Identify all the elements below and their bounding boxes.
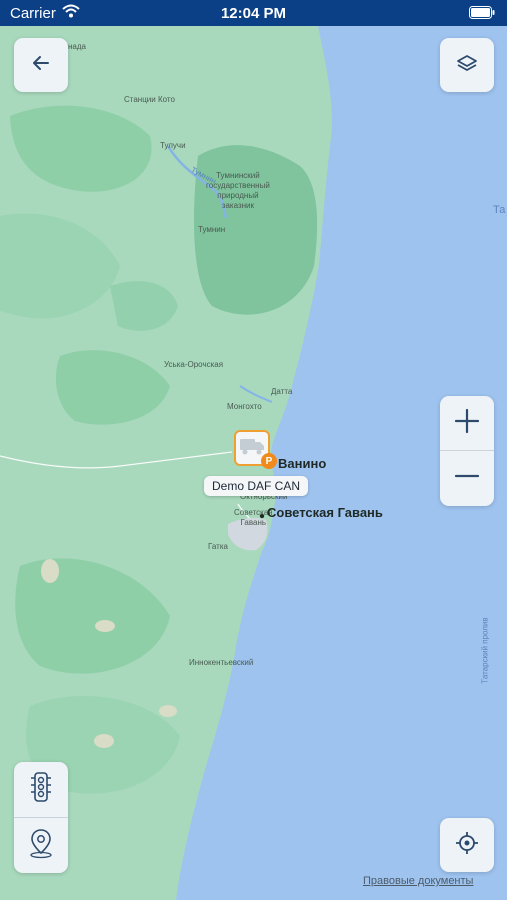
water-label: Та bbox=[493, 204, 506, 216]
clock: 12:04 PM bbox=[220, 5, 287, 22]
place-label: нада bbox=[68, 42, 86, 51]
place-label: Монгохто bbox=[227, 402, 262, 411]
layers-icon bbox=[456, 53, 478, 78]
water-label-tatar-strait: Татарский пролив bbox=[480, 617, 490, 684]
arrow-left-icon bbox=[31, 53, 51, 78]
my-location-button[interactable] bbox=[440, 818, 494, 872]
plus-icon bbox=[454, 408, 480, 439]
map-tools bbox=[14, 762, 68, 873]
back-button[interactable] bbox=[14, 38, 68, 92]
reserve-label: Тумнинский государственный природный зак… bbox=[206, 171, 270, 210]
city-label-sovetskaya-gavan: Советская Гавань bbox=[267, 505, 383, 520]
crosshair-icon bbox=[455, 831, 479, 860]
place-label: Станции Кото bbox=[124, 95, 175, 104]
place-label: Гатка bbox=[208, 542, 228, 551]
zoom-controls bbox=[440, 396, 494, 506]
zoom-out-button[interactable] bbox=[440, 451, 494, 506]
place-label: Тулучи bbox=[160, 141, 186, 150]
place-label: Уська-Орочская bbox=[164, 360, 224, 369]
traffic-button[interactable] bbox=[14, 762, 68, 817]
zoom-in-button[interactable] bbox=[440, 396, 494, 451]
place-label: Иннокентьевский bbox=[189, 658, 254, 667]
battery-icon bbox=[469, 6, 495, 24]
map-pin-icon bbox=[27, 827, 55, 864]
city-label-vanino: Ванино bbox=[278, 456, 327, 471]
place-label: Датта bbox=[271, 387, 293, 396]
status-bar: Carrier 12:04 PM bbox=[0, 0, 507, 26]
place-label: Тумнин bbox=[198, 225, 226, 234]
legal-documents-link[interactable]: Правовые документы bbox=[363, 875, 473, 887]
minus-icon bbox=[454, 463, 480, 494]
parking-status-badge: P bbox=[261, 453, 277, 469]
traffic-light-icon bbox=[29, 771, 53, 808]
geofences-button[interactable] bbox=[14, 818, 68, 873]
layers-button[interactable] bbox=[440, 38, 494, 92]
vehicle-name-label[interactable]: Demo DAF CAN bbox=[204, 476, 309, 496]
